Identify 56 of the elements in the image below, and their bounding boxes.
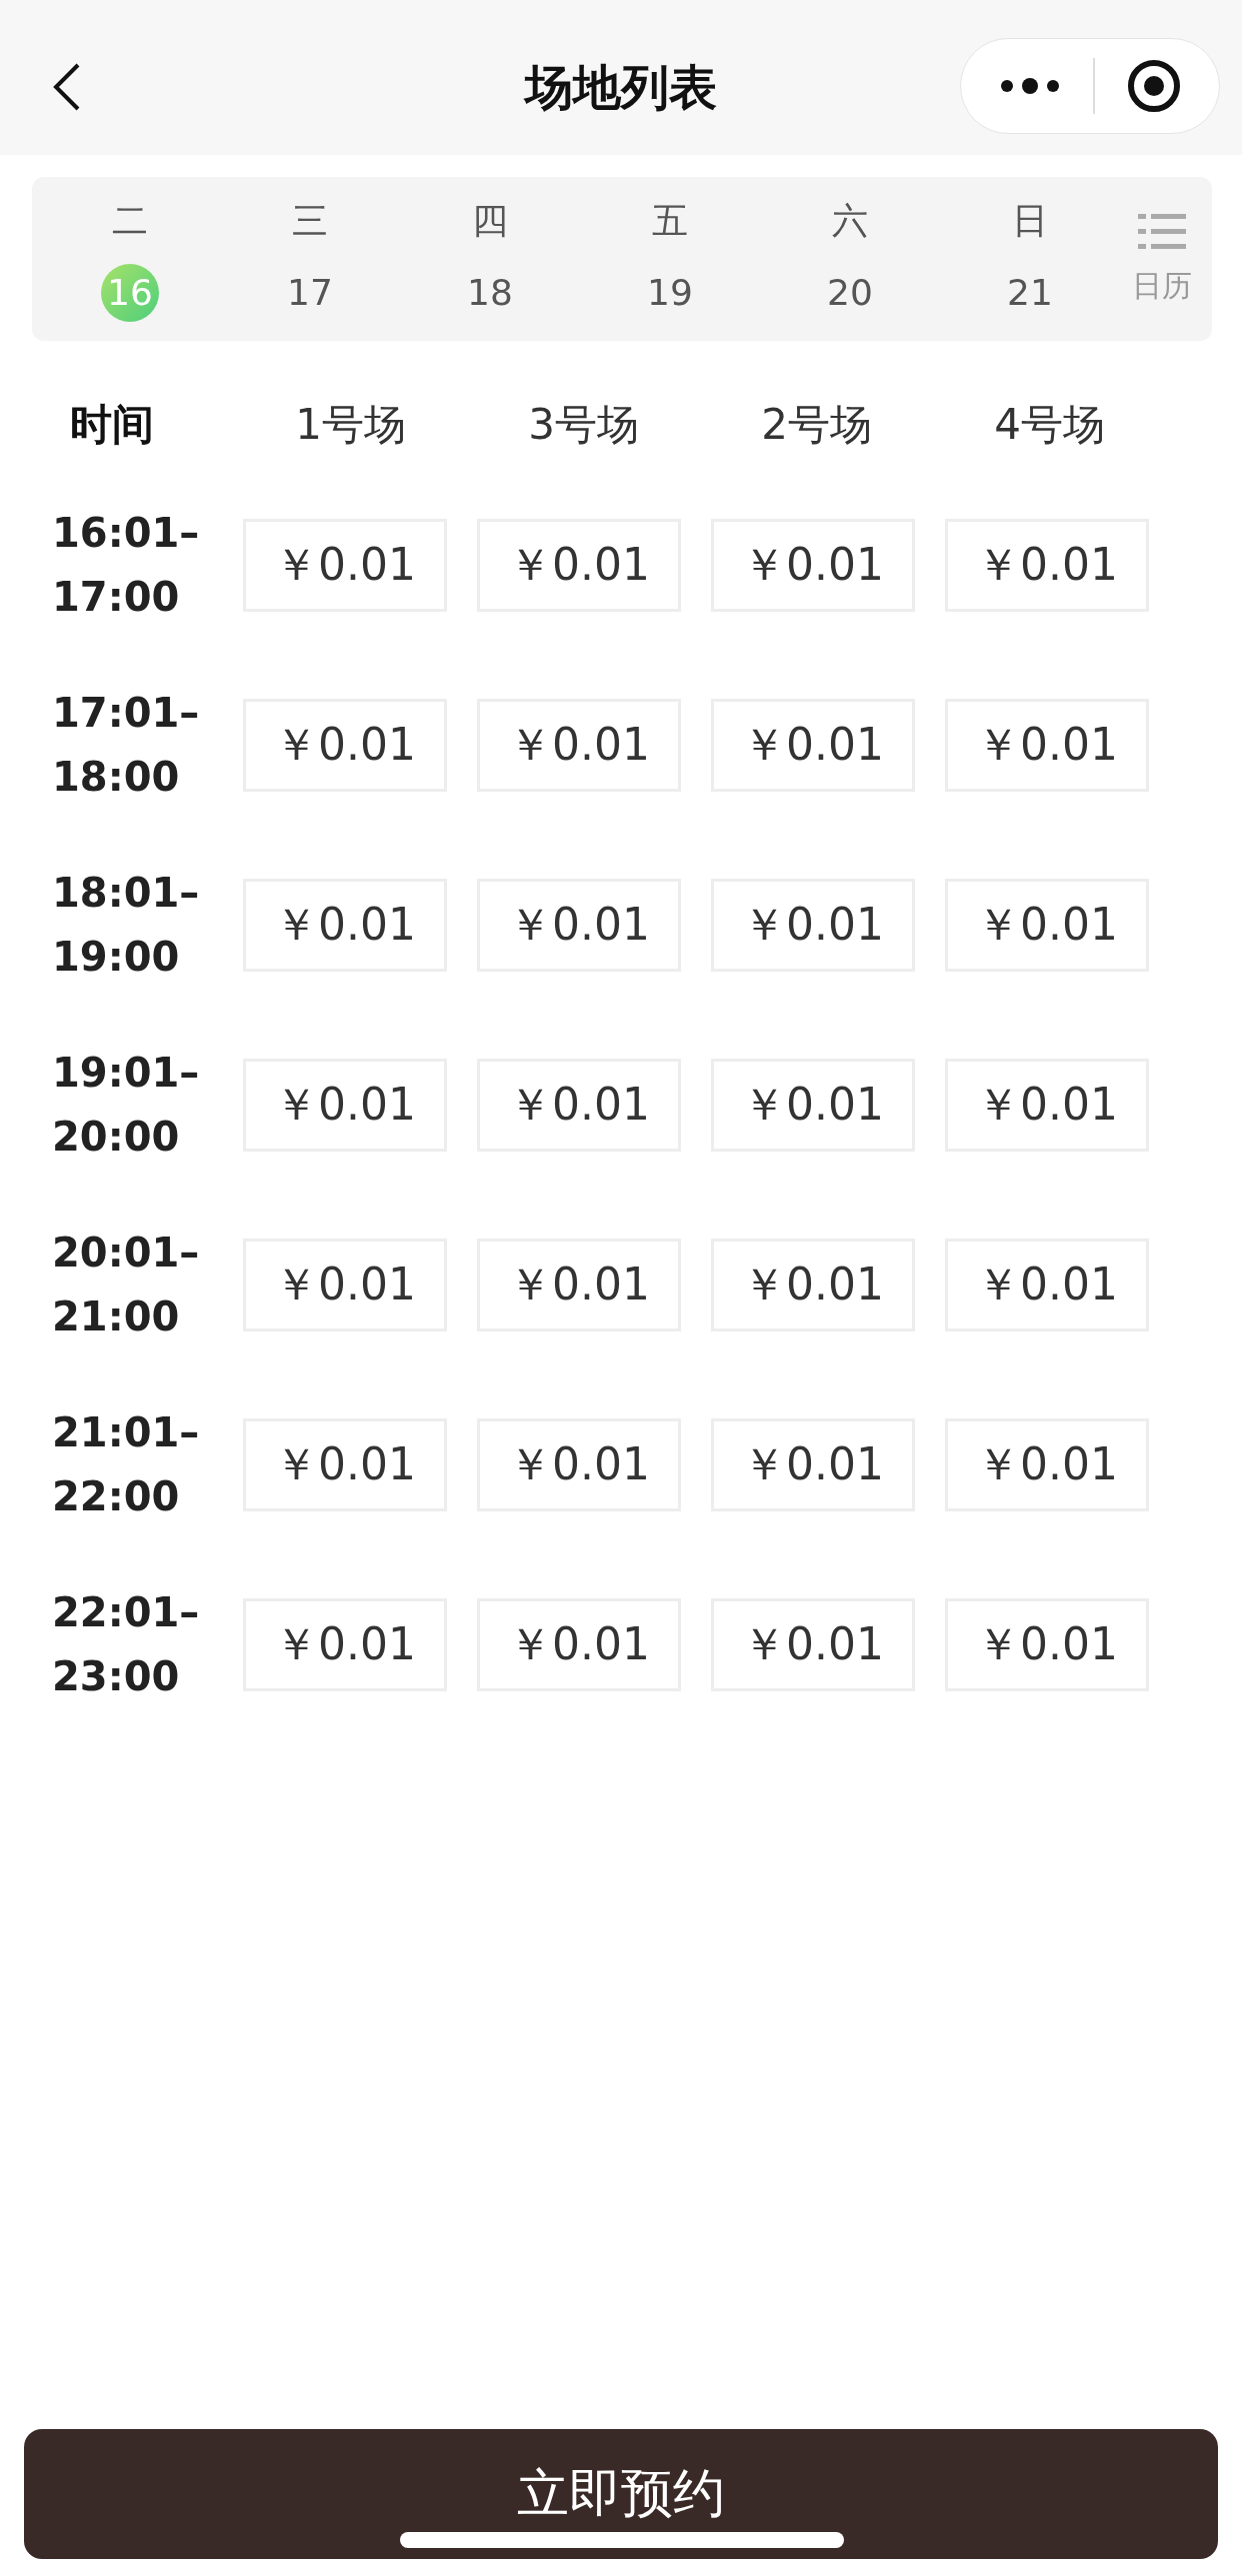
time-slot: 19:01– 20:00 [52,1041,243,1169]
column-header: 1号场 [294,399,407,451]
price-slot[interactable]: ￥0.01 [711,1417,915,1511]
date-tab[interactable]: 19 [641,263,699,322]
price-slot[interactable]: ￥0.01 [477,698,681,792]
price-slot[interactable]: ￥0.01 [945,698,1149,792]
price-slot[interactable]: ￥0.01 [243,1238,447,1331]
weekday-label: 六 [832,198,868,243]
time-slot: 20:01– 21:00 [52,1221,243,1348]
date-tab[interactable]: 21 [1001,263,1059,322]
weekday-label: 四 [472,198,508,243]
price-slot[interactable]: ￥0.01 [477,1417,681,1511]
weekday-label: 二 [112,198,148,243]
more-icon[interactable] [999,76,1061,96]
price-slot[interactable]: ￥0.01 [243,698,447,792]
price-slot[interactable]: ￥0.01 [945,1238,1149,1331]
date-tab[interactable]: 17 [281,263,339,322]
time-slot: 22:01– 23:00 [52,1580,243,1708]
weekday-label: 三 [292,198,328,243]
price-slot[interactable]: ￥0.01 [243,1597,447,1691]
close-icon[interactable] [1127,59,1181,113]
time-slot: 21:01– 22:00 [52,1400,243,1528]
price-slot[interactable]: ￥0.01 [711,1058,915,1152]
price-slot[interactable]: ￥0.01 [945,878,1149,972]
price-slot[interactable]: ￥0.01 [711,698,915,792]
price-slot[interactable]: ￥0.01 [945,1058,1149,1152]
price-slot[interactable]: ￥0.01 [945,1597,1149,1691]
price-slot[interactable]: ￥0.01 [711,518,915,612]
back-icon[interactable] [52,62,82,112]
price-slot[interactable]: ￥0.01 [477,1597,681,1691]
price-slot[interactable]: ￥0.01 [711,878,915,972]
price-slot[interactable]: ￥0.01 [945,1417,1149,1511]
price-slot[interactable]: ￥0.01 [243,1058,447,1152]
price-slot[interactable]: ￥0.01 [945,518,1149,612]
weekday-label: 日 [1012,198,1048,243]
price-slot[interactable]: ￥0.01 [477,1058,681,1152]
time-slot: 16:01– 17:00 [52,501,243,629]
price-slot[interactable]: ￥0.01 [711,1597,915,1691]
price-slot[interactable]: ￥0.01 [243,878,447,972]
book-button[interactable]: 立即预约 [24,2429,1218,2559]
price-slot[interactable]: ￥0.01 [243,1417,447,1511]
column-header: 4号场 [993,399,1106,451]
date-tab[interactable]: 18 [461,263,519,322]
weekday-label: 五 [652,198,688,243]
column-header: 时间 [70,399,154,451]
page-title: 场地列表 [525,58,717,117]
time-slot: 17:01– 18:00 [52,681,243,809]
time-slot: 18:01– 19:00 [52,861,243,989]
date-tab[interactable]: 20 [821,263,879,322]
price-slot[interactable]: ￥0.01 [477,518,681,612]
column-header: 2号场 [760,399,873,451]
price-slot[interactable]: ￥0.01 [711,1238,915,1331]
price-slot[interactable]: ￥0.01 [477,1238,681,1331]
price-slot[interactable]: ￥0.01 [477,878,681,972]
price-slot[interactable]: ￥0.01 [243,518,447,612]
column-header: 3号场 [527,399,640,451]
